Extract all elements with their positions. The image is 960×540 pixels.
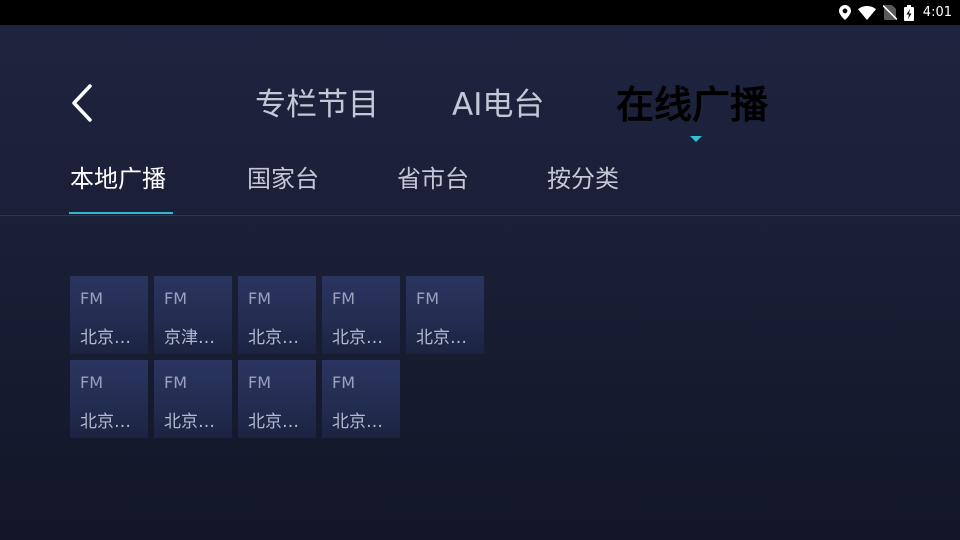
back-button[interactable] [62,82,102,128]
active-tab-indicator [690,136,702,142]
station-card[interactable]: FM 北京… [238,276,316,354]
station-band: FM [248,373,272,392]
station-card[interactable]: FM 北京… [70,276,148,354]
station-card[interactable]: FM 北京… [322,276,400,354]
station-card[interactable]: FM 北京… [238,360,316,438]
divider [0,215,960,216]
station-name: 北京… [332,328,383,348]
station-name: 京津… [164,328,215,348]
subtab-provincial[interactable]: 省市台 [397,160,469,198]
tab-ai-radio[interactable]: AI电台 [452,84,544,126]
tab-online-broadcast[interactable]: 在线广播 [616,80,768,130]
station-band: FM [332,373,356,392]
station-card[interactable]: FM 北京… [322,360,400,438]
battery-charging-icon [903,4,914,21]
station-name: 北京… [164,412,215,432]
tab-columns[interactable]: 专栏节目 [255,84,379,126]
status-time: 4:01 [922,5,952,20]
subtab-underline [69,212,173,214]
location-icon [838,5,851,20]
station-band: FM [164,289,188,308]
station-name: 北京… [248,328,299,348]
station-card[interactable]: FM 京津… [154,276,232,354]
chevron-left-icon [70,83,94,127]
station-name: 北京… [416,328,467,348]
station-band: FM [248,289,272,308]
status-icons: 4:01 [838,0,952,25]
station-band: FM [332,289,356,308]
subtab-local-broadcast[interactable]: 本地广播 [70,160,166,198]
station-band: FM [416,289,440,308]
station-band: FM [164,373,188,392]
status-bar: 4:01 [0,0,960,25]
station-card[interactable]: FM 北京… [154,360,232,438]
subtab-by-category[interactable]: 按分类 [547,160,619,198]
station-name: 北京… [80,328,131,348]
subtab-national[interactable]: 国家台 [247,160,319,198]
station-card[interactable]: FM 北京… [406,276,484,354]
station-name: 北京… [80,412,131,432]
wifi-icon [857,5,876,20]
station-grid: FM 北京… FM 京津… FM 北京… FM 北京… FM 北京… FM 北京… [70,276,490,438]
no-sim-icon [882,5,897,20]
station-band: FM [80,373,104,392]
station-name: 北京… [332,412,383,432]
station-band: FM [80,289,104,308]
station-card[interactable]: FM 北京… [70,360,148,438]
station-name: 北京… [248,412,299,432]
